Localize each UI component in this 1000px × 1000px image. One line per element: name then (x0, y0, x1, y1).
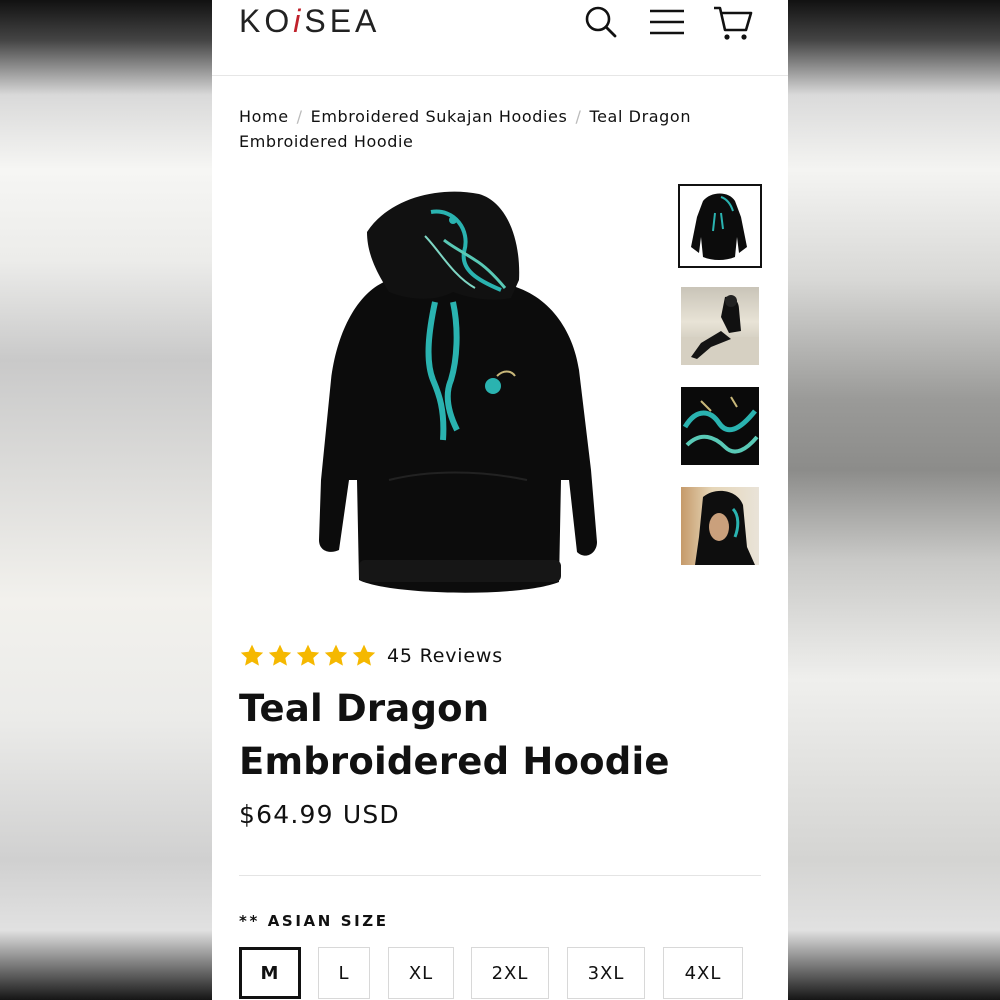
breadcrumb-separator: / (296, 107, 303, 126)
breadcrumb-home[interactable]: Home (239, 107, 289, 126)
divider (239, 875, 761, 876)
product-title: Teal Dragon Embroidered Hoodie (239, 687, 670, 783)
size-option-l[interactable]: L (318, 947, 370, 999)
site-header: KOiSEA (212, 0, 788, 76)
store-logo[interactable]: KOiSEA (239, 0, 380, 42)
search-icon[interactable] (582, 2, 622, 42)
cart-icon[interactable] (712, 2, 753, 42)
star-icon (240, 644, 264, 666)
star-icon (268, 644, 292, 666)
size-option-3xl[interactable]: 3XL (567, 947, 645, 999)
size-option-4xl[interactable]: 4XL (663, 947, 743, 999)
menu-icon[interactable] (647, 2, 687, 42)
product-rating[interactable]: 45 Reviews (239, 640, 503, 672)
main-product-image[interactable] (239, 180, 659, 610)
size-option-2xl[interactable]: 2XL (471, 947, 549, 999)
size-option-m[interactable]: M (239, 947, 301, 999)
star-icon (352, 644, 376, 666)
breadcrumb: Home / Embroidered Sukajan Hoodies / Teal Dr… (239, 104, 739, 154)
size-label: ** ASIAN SIZE (239, 912, 389, 930)
breadcrumb-collection[interactable]: Embroidered Sukajan Hoodies (311, 107, 568, 126)
product-page: KOiSEA Home / Embroidered Sukajan Hoodies /… (212, 0, 788, 1000)
logo-text-left: KO (239, 3, 294, 39)
size-option-xl[interactable]: XL (388, 947, 454, 999)
product-price: $64.99 USD (239, 800, 400, 829)
star-rating (239, 643, 377, 669)
thumbnail-3[interactable] (678, 384, 762, 468)
logo-text-right: SEA (304, 3, 381, 39)
breadcrumb-separator: / (575, 107, 582, 126)
background-blur-right (788, 0, 1000, 1000)
star-icon (296, 644, 320, 666)
background-blur-left (0, 0, 212, 1000)
star-icon (324, 644, 348, 666)
thumbnail-1[interactable] (678, 184, 762, 268)
reviews-count[interactable]: 45 Reviews (387, 645, 503, 667)
thumbnail-4[interactable] (678, 484, 762, 568)
thumbnail-2[interactable] (678, 284, 762, 368)
logo-koi-mark: i (293, 3, 305, 39)
